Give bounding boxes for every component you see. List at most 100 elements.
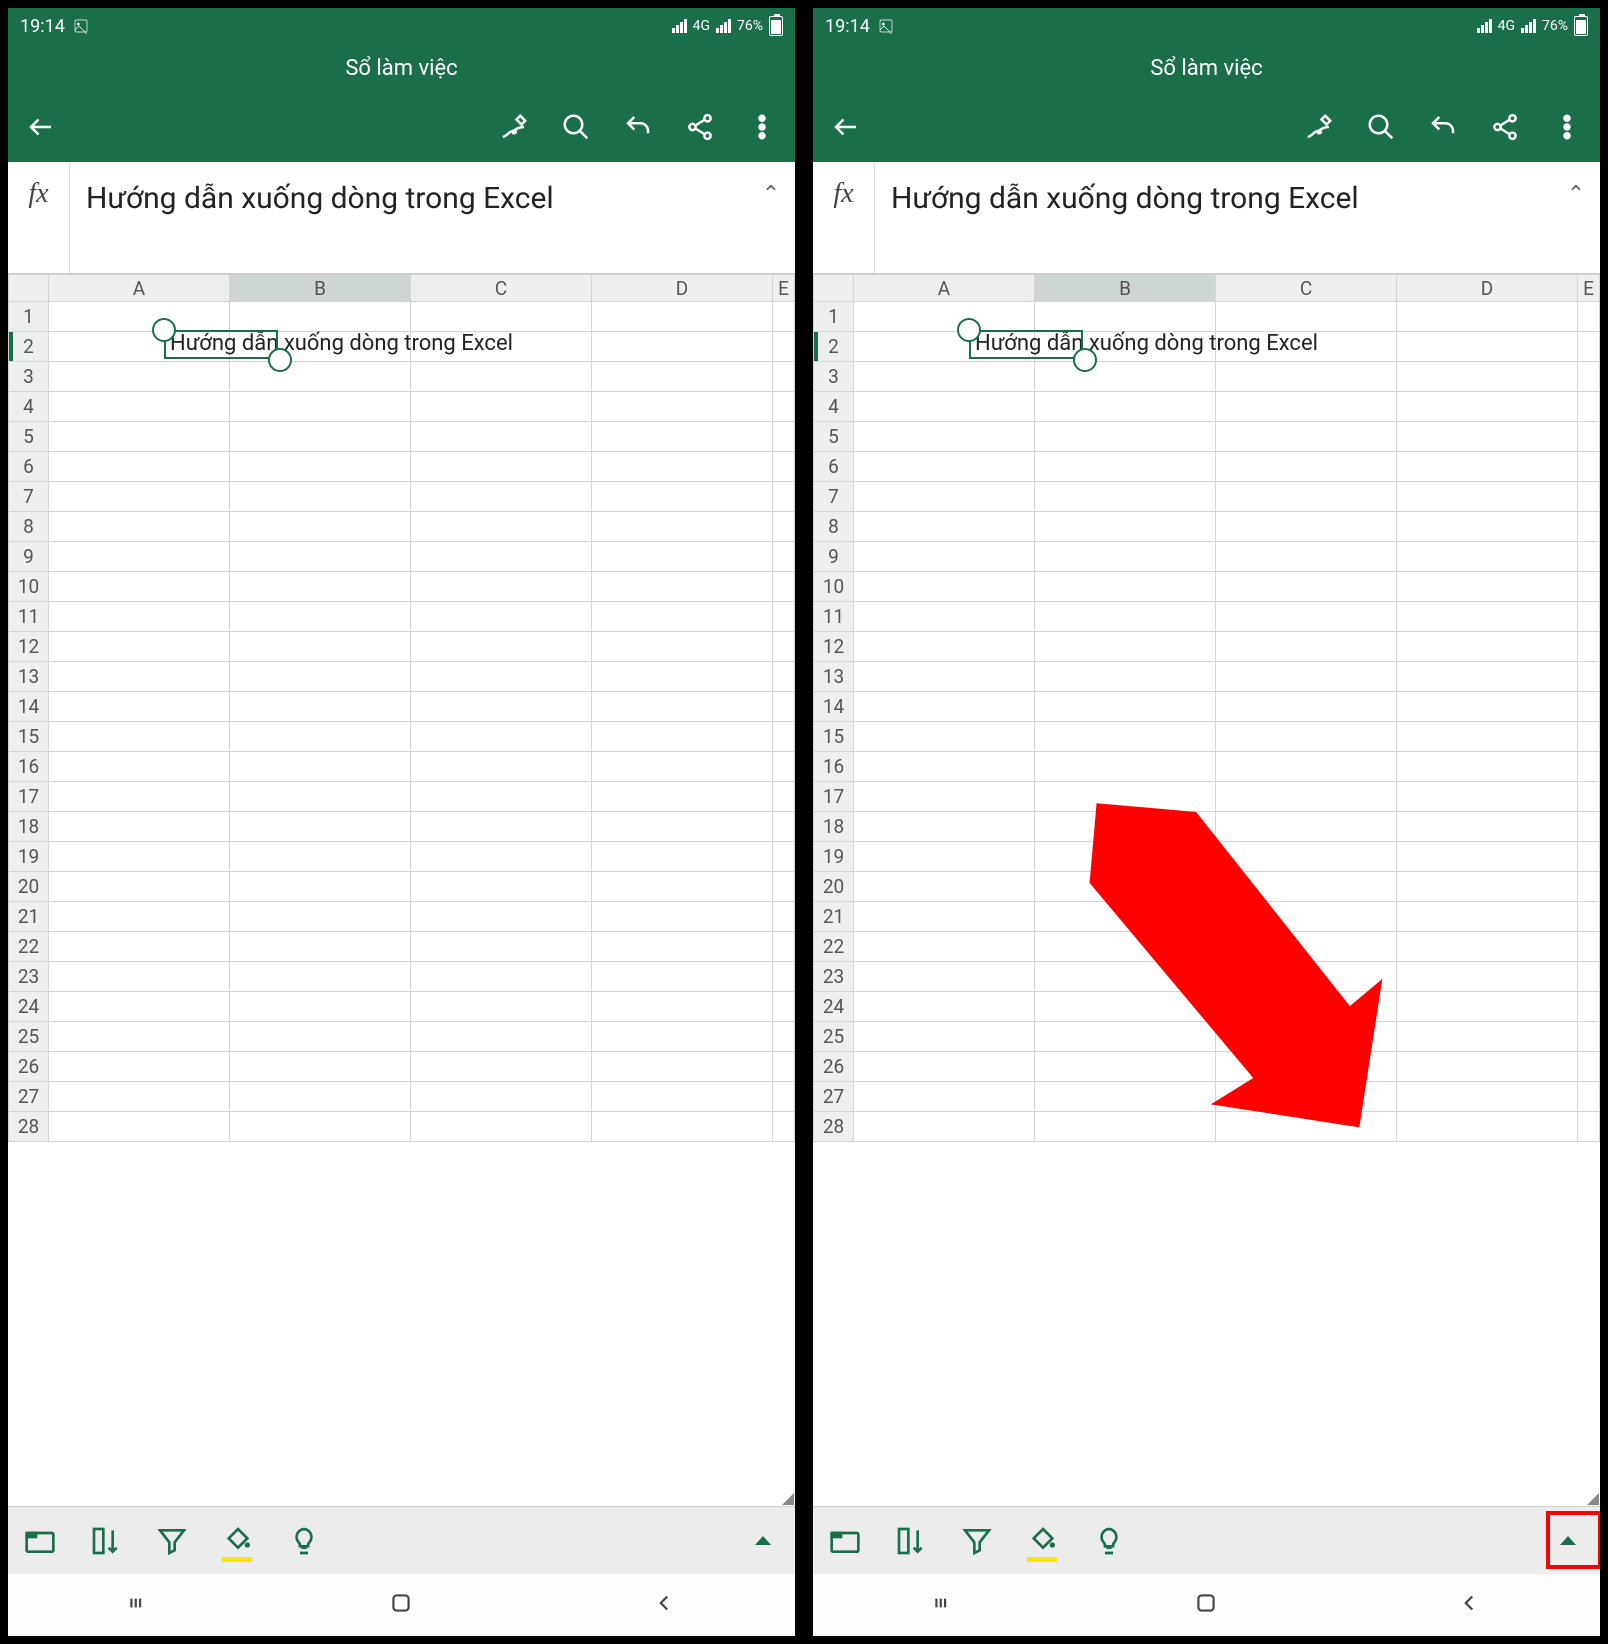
row-header-6[interactable]: 6 xyxy=(9,452,49,482)
cell[interactable] xyxy=(592,332,773,362)
row-header-1[interactable]: 1 xyxy=(814,302,854,332)
cell[interactable] xyxy=(1035,1022,1216,1052)
cell[interactable] xyxy=(592,422,773,452)
cell[interactable] xyxy=(411,1082,592,1112)
cell[interactable] xyxy=(773,752,795,782)
cell[interactable] xyxy=(854,452,1035,482)
cell[interactable] xyxy=(1216,482,1397,512)
cell[interactable] xyxy=(411,992,592,1022)
cell[interactable] xyxy=(592,602,773,632)
more-icon[interactable] xyxy=(745,110,779,144)
cell[interactable] xyxy=(1578,1052,1600,1082)
cell[interactable] xyxy=(1578,752,1600,782)
cell[interactable] xyxy=(230,842,411,872)
cell[interactable] xyxy=(1397,782,1578,812)
cell[interactable] xyxy=(1035,302,1216,332)
cell[interactable] xyxy=(854,542,1035,572)
cell[interactable] xyxy=(1397,332,1578,362)
cell[interactable] xyxy=(1578,542,1600,572)
row-header-14[interactable]: 14 xyxy=(9,692,49,722)
cell[interactable] xyxy=(411,962,592,992)
cell[interactable] xyxy=(592,512,773,542)
cell[interactable] xyxy=(773,1052,795,1082)
cell[interactable] xyxy=(1216,902,1397,932)
row-header-22[interactable]: 22 xyxy=(814,932,854,962)
formula-text[interactable]: Hướng dẫn xuống dòng trong Excel xyxy=(70,162,747,273)
cell[interactable] xyxy=(1578,452,1600,482)
cell[interactable] xyxy=(592,542,773,572)
row-header-25[interactable]: 25 xyxy=(9,1022,49,1052)
cell[interactable] xyxy=(1035,482,1216,512)
collapse-formula-icon[interactable]: ⌃ xyxy=(747,162,795,273)
cell[interactable] xyxy=(592,452,773,482)
row-header-12[interactable]: 12 xyxy=(814,632,854,662)
cell[interactable] xyxy=(1397,692,1578,722)
cell[interactable] xyxy=(1035,1112,1216,1142)
col-header-e[interactable]: E xyxy=(773,275,795,302)
cell[interactable] xyxy=(1578,572,1600,602)
cell[interactable] xyxy=(1216,452,1397,482)
col-header-c[interactable]: C xyxy=(411,275,592,302)
cell[interactable] xyxy=(411,902,592,932)
row-header-8[interactable]: 8 xyxy=(9,512,49,542)
cell[interactable] xyxy=(411,932,592,962)
cell-b2-content[interactable]: Hướng dẫn xuống dòng trong Excel xyxy=(166,331,513,356)
col-header-a[interactable]: A xyxy=(854,275,1035,302)
cell[interactable] xyxy=(1216,992,1397,1022)
cell[interactable] xyxy=(1216,662,1397,692)
cell[interactable] xyxy=(1397,902,1578,932)
cell[interactable] xyxy=(1397,512,1578,542)
cell[interactable] xyxy=(773,902,795,932)
cell[interactable] xyxy=(1578,632,1600,662)
cell[interactable] xyxy=(854,902,1035,932)
cell[interactable] xyxy=(773,962,795,992)
cell[interactable] xyxy=(1035,962,1216,992)
cell[interactable] xyxy=(49,992,230,1022)
cell[interactable] xyxy=(854,992,1035,1022)
cell[interactable] xyxy=(1397,842,1578,872)
search-icon[interactable] xyxy=(1364,110,1398,144)
cell[interactable] xyxy=(592,722,773,752)
cell[interactable] xyxy=(1397,362,1578,392)
cell[interactable] xyxy=(854,422,1035,452)
selection-handle-tl[interactable] xyxy=(152,318,176,342)
cell[interactable] xyxy=(49,752,230,782)
row-header-6[interactable]: 6 xyxy=(814,452,854,482)
row-header-1[interactable]: 1 xyxy=(9,302,49,332)
cell[interactable] xyxy=(592,992,773,1022)
cell[interactable] xyxy=(1216,932,1397,962)
cell[interactable] xyxy=(411,662,592,692)
cell[interactable] xyxy=(1216,962,1397,992)
cell[interactable] xyxy=(49,932,230,962)
cell[interactable] xyxy=(773,1112,795,1142)
cell[interactable] xyxy=(230,872,411,902)
cell[interactable] xyxy=(49,602,230,632)
cell[interactable] xyxy=(230,302,411,332)
cell[interactable] xyxy=(230,932,411,962)
cell[interactable] xyxy=(230,1112,411,1142)
cell[interactable] xyxy=(230,782,411,812)
cell[interactable] xyxy=(1578,332,1600,362)
row-header-28[interactable]: 28 xyxy=(814,1112,854,1142)
row-header-21[interactable]: 21 xyxy=(9,902,49,932)
row-header-22[interactable]: 22 xyxy=(9,932,49,962)
cell-b2-content[interactable]: Hướng dẫn xuống dòng trong Excel xyxy=(971,331,1318,356)
row-header-23[interactable]: 23 xyxy=(814,962,854,992)
cell[interactable] xyxy=(773,392,795,422)
cell[interactable] xyxy=(411,782,592,812)
cell[interactable] xyxy=(1035,422,1216,452)
cell[interactable] xyxy=(592,962,773,992)
row-header-4[interactable]: 4 xyxy=(9,392,49,422)
cell[interactable] xyxy=(411,1052,592,1082)
row-header-15[interactable]: 15 xyxy=(9,722,49,752)
formula-text[interactable]: Hướng dẫn xuống dòng trong Excel xyxy=(875,162,1552,273)
cell[interactable] xyxy=(230,392,411,422)
cell[interactable] xyxy=(854,812,1035,842)
cell[interactable] xyxy=(411,842,592,872)
cell[interactable] xyxy=(1397,302,1578,332)
cell[interactable] xyxy=(854,362,1035,392)
col-header-b[interactable]: B xyxy=(1035,275,1216,302)
cell[interactable] xyxy=(1035,632,1216,662)
back-button[interactable] xyxy=(24,110,58,144)
row-header-25[interactable]: 25 xyxy=(814,1022,854,1052)
